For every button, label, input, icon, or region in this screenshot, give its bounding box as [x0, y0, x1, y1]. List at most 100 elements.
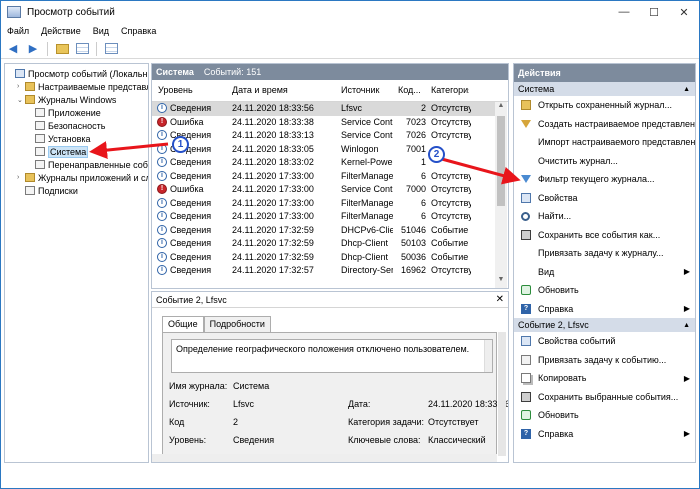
list-header-count: Событий: 151 — [203, 67, 262, 77]
maximize-button[interactable]: ☐ — [639, 1, 669, 23]
forward-arrow-icon[interactable]: ▶ — [25, 41, 41, 57]
action-item[interactable]: Привязать задачу к журналу... — [514, 244, 695, 263]
scroll-down-arrow-icon[interactable]: ▼ — [495, 276, 507, 288]
action-label: Открыть сохраненный журнал... — [538, 100, 673, 111]
tree-expander-icon[interactable]: ⌄ — [17, 96, 25, 104]
menu-action[interactable]: Действие — [35, 26, 87, 36]
action-item[interactable]: Копировать ▶ — [514, 369, 695, 388]
tree-item[interactable]: Безопасность — [27, 119, 105, 132]
event-message[interactable]: Определение географического положения от… — [171, 339, 493, 373]
detail-horizontal-scrollbar[interactable] — [152, 454, 497, 462]
action-item[interactable]: Привязать задачу к событию... — [514, 351, 695, 370]
show-hide-tree-button[interactable] — [74, 41, 90, 57]
detail-header: Событие 2, Lfsvc — [152, 292, 508, 308]
action-label: Вид — [538, 266, 555, 277]
cell-cat: Событие — [431, 224, 469, 235]
cell-level: Сведения — [170, 157, 212, 167]
table-row[interactable]: i Сведения 24.11.2020 17:32:59 Dhcp-Client 5… — [152, 251, 496, 265]
help-button[interactable] — [103, 41, 119, 57]
menu-file[interactable]: Файл — [1, 26, 35, 36]
open-folder-button[interactable] — [54, 41, 70, 57]
cell-cat: Отсутствует — [431, 184, 471, 194]
cell-source: Dhcp-Client — [341, 238, 389, 248]
actions-section-event[interactable]: Событие 2, Lfsvc ▲ — [514, 318, 695, 332]
collapse-caret-icon[interactable]: ▲ — [683, 86, 690, 93]
detail-scrollbar[interactable] — [498, 332, 506, 456]
action-item[interactable]: Вид ▶ — [514, 263, 695, 282]
table-row[interactable]: i Сведения 24.11.2020 18:33:13 Service Cont… — [152, 129, 496, 143]
tree-item[interactable]: › Настраиваемые представления — [17, 80, 148, 93]
action-item[interactable]: Очистить журнал... — [514, 152, 695, 171]
table-row[interactable]: i Сведения 24.11.2020 17:33:00 FilterManage… — [152, 170, 496, 184]
column-source[interactable]: Источник — [341, 85, 379, 95]
tree-item[interactable]: Система — [27, 145, 89, 158]
actions-section-event-label: Событие 2, Lfsvc — [518, 320, 589, 330]
collapse-caret-icon[interactable]: ▲ — [683, 322, 690, 329]
menu-help[interactable]: Справка — [115, 26, 162, 36]
action-item[interactable]: Найти... — [514, 207, 695, 226]
cell-code: 51046 — [400, 224, 426, 235]
action-item[interactable]: Обновить — [514, 281, 695, 300]
filter-blue-icon — [521, 175, 531, 184]
info-icon: i — [157, 251, 167, 262]
action-item[interactable]: Обновить — [514, 406, 695, 425]
title-bar: Просмотр событий — ☐ ✕ — [1, 1, 699, 23]
action-item[interactable]: ? Справка ▶ — [514, 300, 695, 319]
column-datetime[interactable]: Дата и время — [232, 85, 288, 95]
table-row[interactable]: i Сведения 24.11.2020 18:33:56 Lfsvc 2 Отсутс… — [152, 102, 496, 116]
cell-source: Service Control Manager — [341, 184, 393, 194]
column-level[interactable]: Уровень — [158, 85, 193, 95]
menu-view[interactable]: Вид — [87, 26, 115, 36]
tree-item-label: Журналы приложений и служб — [38, 172, 148, 183]
tree-expander-icon[interactable]: › — [17, 174, 25, 181]
column-task-category[interactable]: Категория задачи — [431, 85, 469, 95]
cell-code: 50036 — [400, 251, 426, 262]
table-row[interactable]: i Сведения 24.11.2020 17:33:00 FilterManage… — [152, 210, 496, 224]
action-item[interactable]: Создать настраиваемое представление... — [514, 115, 695, 134]
tree-item[interactable]: Просмотр событий (Локальный) — [7, 67, 148, 80]
action-item[interactable]: Свойства событий — [514, 332, 695, 351]
tree-item[interactable]: ⌄ Журналы Windows — [17, 93, 116, 106]
tree-expander-icon[interactable]: › — [17, 83, 25, 90]
column-code[interactable]: Код... — [398, 85, 426, 95]
table-row[interactable]: iСведения 24.11.2020 17:32:59 DHCPv6-Clien… — [152, 224, 496, 238]
table-row[interactable]: !Ошибка 24.11.2020 18:33:38 Service Contro… — [152, 116, 496, 130]
tab-general[interactable]: Общие — [162, 316, 204, 332]
list-scrollbar[interactable]: ▲ ▼ — [495, 102, 507, 288]
action-item[interactable]: Свойства — [514, 189, 695, 208]
table-row[interactable]: i Сведения 24.11.2020 17:32:57 Directory-Se… — [152, 264, 496, 278]
detail-title: Событие 2, Lfsvc — [156, 294, 227, 305]
detail-close-icon[interactable]: ✕ — [496, 294, 504, 305]
action-item[interactable]: Открыть сохраненный журнал... — [514, 96, 695, 115]
table-row[interactable]: i Сведения 24.11.2020 18:33:02 Kernel-Power… — [152, 156, 496, 170]
table-row[interactable]: i Сведения 24.11.2020 17:33:00 FilterManage… — [152, 197, 496, 211]
back-arrow-icon[interactable]: ◀ — [5, 41, 21, 57]
copy-icon — [521, 373, 531, 384]
tree-item[interactable]: Подписки — [17, 184, 78, 197]
minimize-button[interactable]: — — [609, 1, 639, 23]
cell-code: 7023 — [405, 116, 426, 127]
event-list-pane: Система Событий: 151 Уровень Дата и врем… — [151, 63, 509, 289]
tab-details[interactable]: Подробности — [203, 316, 271, 332]
table-row[interactable]: i Сведения 24.11.2020 17:32:59 Dhcp-Client 5… — [152, 237, 496, 251]
action-item[interactable]: Импорт настраиваемого представления... — [514, 133, 695, 152]
log-icon — [35, 147, 45, 156]
info-icon: i — [157, 197, 167, 208]
cell-level: Сведения — [170, 238, 212, 248]
action-item[interactable]: Фильтр текущего журнала... — [514, 170, 695, 189]
table-row[interactable]: !Ошибка 24.11.2020 17:33:00 Service Contro… — [152, 183, 496, 197]
actions-section-system[interactable]: Система ▲ — [514, 82, 695, 96]
cell-cat: Отсутствует — [431, 197, 471, 208]
tree-item[interactable]: Установка — [27, 132, 91, 145]
close-button[interactable]: ✕ — [669, 1, 699, 23]
action-item[interactable]: Сохранить все события как... — [514, 226, 695, 245]
tree-item[interactable]: Приложение — [27, 106, 101, 119]
tree-item[interactable]: › Журналы приложений и служб — [17, 171, 148, 184]
action-item[interactable]: Сохранить выбранные события... — [514, 388, 695, 407]
scroll-thumb[interactable] — [497, 116, 505, 206]
tree-item[interactable]: Перенаправленные события — [27, 158, 148, 171]
scroll-up-arrow-icon[interactable]: ▲ — [495, 102, 507, 114]
action-label: Свойства событий — [538, 336, 616, 347]
action-item[interactable]: ? Справка ▶ — [514, 425, 695, 444]
message-scrollbar[interactable] — [484, 340, 492, 372]
